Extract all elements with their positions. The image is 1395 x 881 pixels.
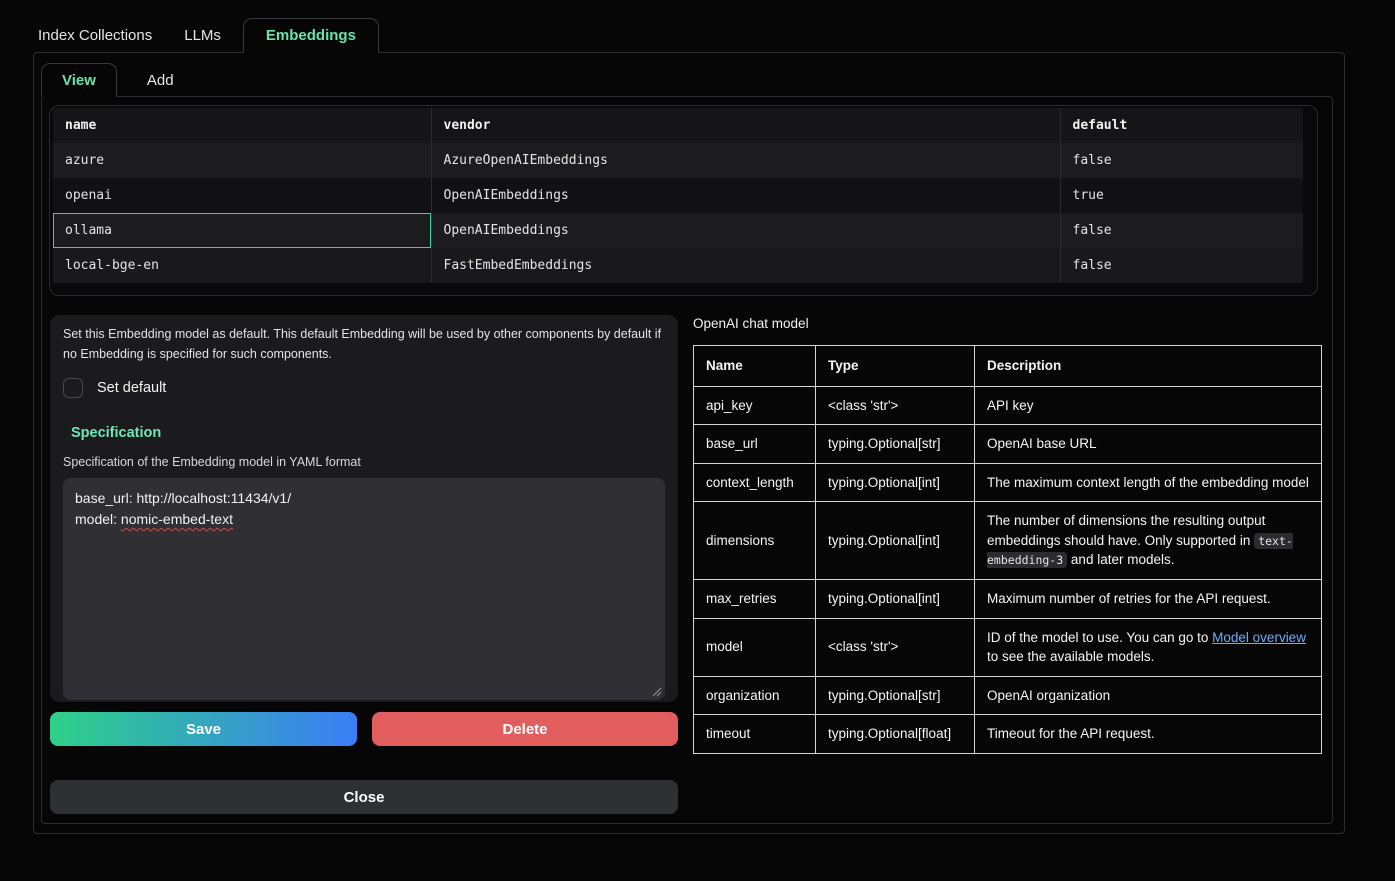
- column-header-default: default: [1060, 108, 1303, 143]
- cell-default: false: [1060, 248, 1303, 283]
- model-row-max-retries: max_retries typing.Optional[int] Maximum…: [694, 579, 1322, 618]
- tab-embeddings[interactable]: Embeddings: [243, 18, 379, 53]
- table-row-ollama[interactable]: ollama OpenAIEmbeddings false: [53, 213, 1303, 248]
- top-tab-bar: Index Collections LLMs Embeddings: [38, 18, 379, 53]
- model-info-table-container: Name Type Description api_key <class 'st…: [693, 345, 1322, 754]
- embeddings-table: name vendor default azure AzureOpenAIEmb…: [53, 108, 1303, 283]
- set-default-label: Set default: [97, 380, 166, 396]
- cell-default: false: [1060, 143, 1303, 178]
- resize-handle-icon[interactable]: [652, 687, 662, 697]
- table-row-local-bge-en[interactable]: local-bge-en FastEmbedEmbeddings false: [53, 248, 1303, 283]
- yaml-line-2: model: nomic-embed-text: [75, 509, 653, 530]
- model-row-base-url: base_url typing.Optional[str] OpenAI bas…: [694, 425, 1322, 464]
- set-default-checkbox[interactable]: [63, 378, 83, 398]
- column-header-name: name: [53, 108, 431, 143]
- embeddings-table-container: name vendor default azure AzureOpenAIEmb…: [49, 105, 1318, 296]
- column-header-name: Name: [694, 346, 816, 387]
- model-row-dimensions: dimensions typing.Optional[int] The numb…: [694, 502, 1322, 580]
- save-button[interactable]: Save: [50, 712, 357, 746]
- model-info-table: Name Type Description api_key <class 'st…: [693, 345, 1322, 754]
- model-overview-link[interactable]: Model overview: [1212, 630, 1306, 645]
- model-row-timeout: timeout typing.Optional[float] Timeout f…: [694, 715, 1322, 754]
- cell-vendor: FastEmbedEmbeddings: [431, 248, 1060, 283]
- yaml-spec-editor[interactable]: base_url: http://localhost:11434/v1/ mod…: [63, 478, 665, 700]
- column-header-vendor: vendor: [431, 108, 1060, 143]
- table-row-openai[interactable]: openai OpenAIEmbeddings true: [53, 178, 1303, 213]
- model-info-title: OpenAI chat model: [693, 316, 809, 331]
- column-header-description: Description: [975, 346, 1322, 387]
- tab-index-collections[interactable]: Index Collections: [38, 18, 168, 53]
- cell-default: false: [1060, 213, 1303, 248]
- cell-vendor: OpenAIEmbeddings: [431, 213, 1060, 248]
- model-row-organization: organization typing.Optional[str] OpenAI…: [694, 676, 1322, 715]
- cell-vendor: OpenAIEmbeddings: [431, 178, 1060, 213]
- yaml-line-1: base_url: http://localhost:11434/v1/: [75, 488, 653, 509]
- tab-add[interactable]: Add: [131, 63, 190, 97]
- specification-heading: Specification: [71, 425, 665, 441]
- app-window: Index Collections LLMs Embeddings View A…: [0, 0, 1395, 881]
- cell-name: azure: [53, 143, 431, 178]
- model-row-context-length: context_length typing.Optional[int] The …: [694, 463, 1322, 502]
- yaml-model-value: nomic-embed-text: [121, 511, 233, 527]
- close-button[interactable]: Close: [50, 780, 678, 814]
- sub-tab-bar: View Add: [41, 63, 190, 97]
- cell-name-selected: ollama: [53, 213, 431, 248]
- cell-vendor: AzureOpenAIEmbeddings: [431, 143, 1060, 178]
- cell-default: true: [1060, 178, 1303, 213]
- delete-button[interactable]: Delete: [372, 712, 678, 746]
- model-table-header-row: Name Type Description: [694, 346, 1322, 387]
- specification-subtitle: Specification of the Embedding model in …: [63, 455, 665, 469]
- model-row-api-key: api_key <class 'str'> API key: [694, 386, 1322, 425]
- column-header-type: Type: [816, 346, 975, 387]
- table-header-row: name vendor default: [53, 108, 1303, 143]
- model-row-model: model <class 'str'> ID of the model to u…: [694, 618, 1322, 676]
- embeddings-panel: View Add name vendor default: [33, 52, 1345, 834]
- tab-llms[interactable]: LLMs: [168, 18, 237, 53]
- set-default-row: Set default: [63, 378, 665, 398]
- cell-name: openai: [53, 178, 431, 213]
- tab-view[interactable]: View: [41, 63, 117, 97]
- embedding-detail-panel: Set this Embedding model as default. Thi…: [50, 315, 678, 702]
- view-panel: name vendor default azure AzureOpenAIEmb…: [41, 96, 1333, 824]
- table-row-azure[interactable]: azure AzureOpenAIEmbeddings false: [53, 143, 1303, 178]
- cell-name: local-bge-en: [53, 248, 431, 283]
- set-default-help-text: Set this Embedding model as default. Thi…: [63, 324, 665, 364]
